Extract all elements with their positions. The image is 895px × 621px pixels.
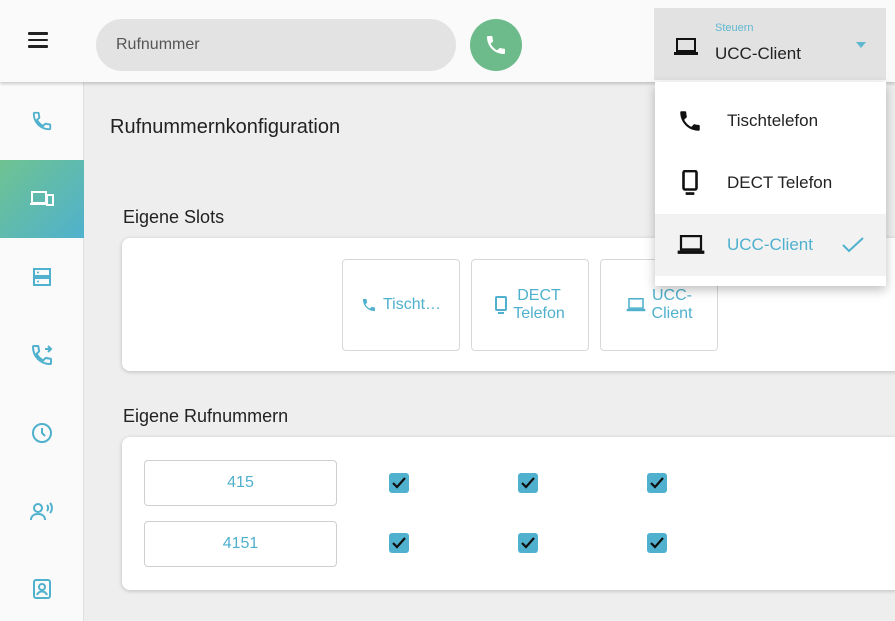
call-forward-icon xyxy=(31,345,53,366)
phone-icon xyxy=(680,111,700,131)
devices-icon xyxy=(30,191,54,206)
phone-icon xyxy=(32,111,52,131)
page-title: Rufnummernkonfiguration xyxy=(110,116,341,138)
sidebar-item-call-forward[interactable] xyxy=(0,316,84,394)
phone-icon xyxy=(487,36,505,54)
clock-icon xyxy=(32,423,52,443)
chevron-down-icon xyxy=(856,42,866,48)
slot-label: DECT Telefon xyxy=(513,287,565,322)
server-icon xyxy=(33,268,51,286)
checkbox[interactable] xyxy=(647,533,667,553)
check-icon xyxy=(392,477,406,489)
slots-section-title: Eigene Slots xyxy=(123,207,225,227)
sidebar-item-server[interactable] xyxy=(0,238,84,316)
sidebar-item-history[interactable] xyxy=(0,394,84,472)
menu-item-label: Tischtelefon xyxy=(727,111,819,130)
check-icon xyxy=(521,537,535,549)
menu-item-desk-phone[interactable]: Tischtelefon xyxy=(655,90,886,152)
checkbox[interactable] xyxy=(518,533,538,553)
check-icon xyxy=(650,477,664,489)
sidebar-item-voice[interactable] xyxy=(0,472,84,550)
device-selector[interactable]: Steuern UCC-Client xyxy=(654,8,886,80)
checkbox[interactable] xyxy=(518,473,538,493)
number-field[interactable] xyxy=(144,521,337,567)
menu-icon[interactable] xyxy=(28,28,54,54)
device-selector-label: Steuern xyxy=(715,22,754,34)
sidebar-item-phone[interactable] xyxy=(0,82,84,160)
menu-item-dect-phone[interactable]: DECT Telefon xyxy=(655,152,886,214)
phone-icon xyxy=(362,299,375,311)
menu-item-ucc-client[interactable]: UCC-Client xyxy=(655,214,886,276)
mobile-icon xyxy=(682,170,698,195)
call-button[interactable] xyxy=(470,19,522,71)
slot-desk-phone[interactable]: Tischt… xyxy=(342,259,460,351)
check-icon xyxy=(650,537,664,549)
mobile-icon xyxy=(495,296,508,314)
laptop-icon xyxy=(674,38,698,55)
sidebar-item-contacts[interactable] xyxy=(0,550,84,621)
checkbox[interactable] xyxy=(389,533,409,553)
contact-icon xyxy=(33,579,51,599)
phone-number-input[interactable] xyxy=(96,19,456,71)
laptop-icon xyxy=(677,235,705,254)
check-icon xyxy=(392,537,406,549)
slot-label: Tischt… xyxy=(382,296,442,314)
slot-label: UCC- Client xyxy=(651,287,693,322)
voice-icon xyxy=(30,502,53,521)
numbers-section-title: Eigene Rufnummern xyxy=(123,406,289,426)
menu-item-label: UCC-Client xyxy=(727,235,813,254)
slot-dect-phone[interactable]: DECT Telefon xyxy=(471,259,589,351)
sidebar-item-devices[interactable] xyxy=(0,160,84,238)
number-field[interactable] xyxy=(144,460,337,506)
laptop-icon xyxy=(626,298,645,312)
top-bar: Steuern UCC-Client xyxy=(0,0,895,82)
device-selector-value: UCC-Client xyxy=(715,44,801,63)
menu-item-label: DECT Telefon xyxy=(727,173,833,192)
checkbox[interactable] xyxy=(389,473,409,493)
check-icon xyxy=(521,477,535,489)
sidebar xyxy=(0,82,84,621)
device-dropdown-menu: Tischtelefon DECT Telefon UCC-Client xyxy=(655,82,886,286)
check-icon xyxy=(842,237,864,253)
checkbox[interactable] xyxy=(647,473,667,493)
